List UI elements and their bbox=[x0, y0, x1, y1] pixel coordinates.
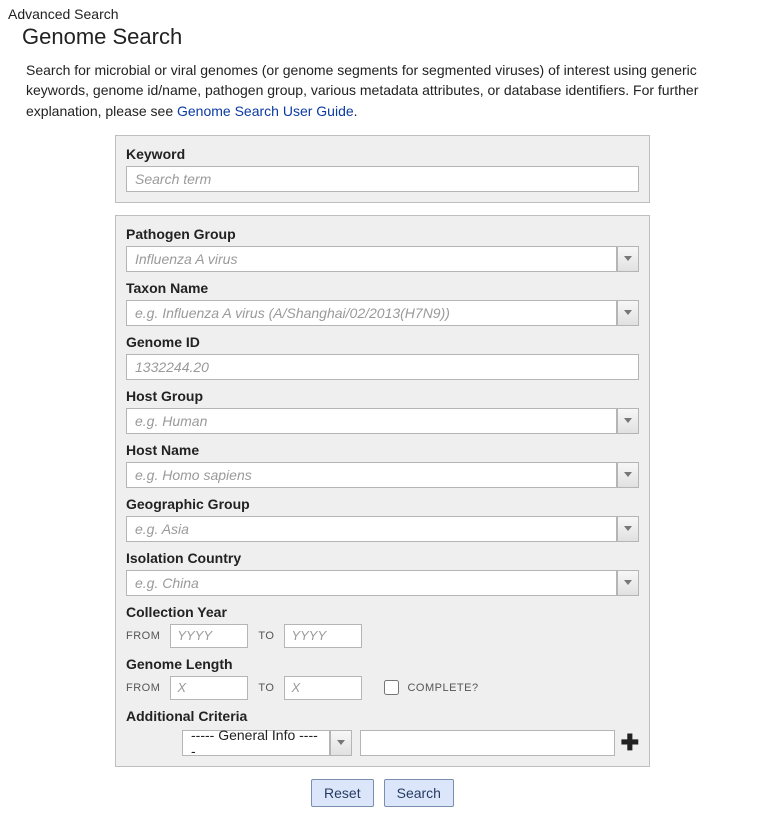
taxon-name-input[interactable] bbox=[126, 300, 617, 326]
genome-length-from-label: FROM bbox=[126, 682, 160, 694]
keyword-label: Keyword bbox=[126, 146, 639, 162]
chevron-down-icon bbox=[624, 472, 632, 477]
additional-criteria-select[interactable]: ----- General Info ----- bbox=[182, 730, 352, 756]
search-button[interactable]: Search bbox=[384, 779, 454, 807]
chevron-down-icon bbox=[624, 526, 632, 531]
pathogen-group-dropdown-button[interactable] bbox=[617, 246, 639, 272]
intro-suffix: . bbox=[354, 103, 358, 119]
keyword-panel: Keyword bbox=[115, 135, 650, 203]
genome-length-to-input[interactable] bbox=[284, 676, 362, 700]
genome-id-label: Genome ID bbox=[126, 334, 639, 350]
reset-button[interactable]: Reset bbox=[311, 779, 374, 807]
host-name-combo[interactable] bbox=[126, 462, 639, 488]
breadcrumb: Advanced Search bbox=[8, 6, 757, 22]
complete-checkbox-label: COMPLETE? bbox=[407, 682, 478, 694]
isolation-country-input[interactable] bbox=[126, 570, 617, 596]
intro-body: Search for microbial or viral genomes (o… bbox=[26, 62, 698, 119]
criteria-panel: Pathogen Group Taxon Name Genome ID Host… bbox=[115, 215, 650, 767]
collection-year-label: Collection Year bbox=[126, 604, 639, 620]
genome-id-input[interactable] bbox=[126, 354, 639, 380]
taxon-name-combo[interactable] bbox=[126, 300, 639, 326]
taxon-name-label: Taxon Name bbox=[126, 280, 639, 296]
chevron-down-icon bbox=[337, 740, 345, 745]
additional-criteria-selected: ----- General Info ----- bbox=[182, 730, 330, 756]
pathogen-group-label: Pathogen Group bbox=[126, 226, 639, 242]
genome-length-from-input[interactable] bbox=[170, 676, 248, 700]
chevron-down-icon bbox=[624, 256, 632, 261]
additional-criteria-label: Additional Criteria bbox=[126, 708, 639, 724]
host-name-dropdown-button[interactable] bbox=[617, 462, 639, 488]
host-group-input[interactable] bbox=[126, 408, 617, 434]
add-criteria-button[interactable]: ✚ bbox=[621, 732, 639, 754]
geo-group-dropdown-button[interactable] bbox=[617, 516, 639, 542]
complete-checkbox[interactable] bbox=[384, 680, 399, 695]
taxon-name-dropdown-button[interactable] bbox=[617, 300, 639, 326]
isolation-country-combo[interactable] bbox=[126, 570, 639, 596]
isolation-country-label: Isolation Country bbox=[126, 550, 639, 566]
geo-group-input[interactable] bbox=[126, 516, 617, 542]
page-title: Genome Search bbox=[22, 24, 757, 50]
keyword-input[interactable] bbox=[126, 166, 639, 192]
host-group-label: Host Group bbox=[126, 388, 639, 404]
user-guide-link[interactable]: Genome Search User Guide bbox=[177, 103, 354, 119]
additional-criteria-value-input[interactable] bbox=[360, 730, 615, 756]
geo-group-label: Geographic Group bbox=[126, 496, 639, 512]
collection-year-row: FROM TO bbox=[126, 624, 639, 648]
additional-criteria-dropdown-button[interactable] bbox=[330, 730, 352, 756]
host-group-dropdown-button[interactable] bbox=[617, 408, 639, 434]
collection-year-from-label: FROM bbox=[126, 630, 160, 642]
genome-length-to-label: TO bbox=[258, 682, 274, 694]
chevron-down-icon bbox=[624, 310, 632, 315]
geo-group-combo[interactable] bbox=[126, 516, 639, 542]
chevron-down-icon bbox=[624, 580, 632, 585]
genome-length-label: Genome Length bbox=[126, 656, 639, 672]
chevron-down-icon bbox=[624, 418, 632, 423]
collection-year-to-label: TO bbox=[258, 630, 274, 642]
collection-year-from-input[interactable] bbox=[170, 624, 248, 648]
plus-icon: ✚ bbox=[621, 730, 639, 755]
intro-text: Search for microbial or viral genomes (o… bbox=[26, 60, 747, 121]
genome-length-row: FROM TO COMPLETE? bbox=[126, 676, 639, 700]
collection-year-to-input[interactable] bbox=[284, 624, 362, 648]
pathogen-group-input[interactable] bbox=[126, 246, 617, 272]
host-name-input[interactable] bbox=[126, 462, 617, 488]
pathogen-group-combo[interactable] bbox=[126, 246, 639, 272]
isolation-country-dropdown-button[interactable] bbox=[617, 570, 639, 596]
host-name-label: Host Name bbox=[126, 442, 639, 458]
additional-criteria-row: ----- General Info ----- ✚ bbox=[126, 730, 639, 756]
host-group-combo[interactable] bbox=[126, 408, 639, 434]
action-bar: Reset Search bbox=[8, 779, 757, 807]
